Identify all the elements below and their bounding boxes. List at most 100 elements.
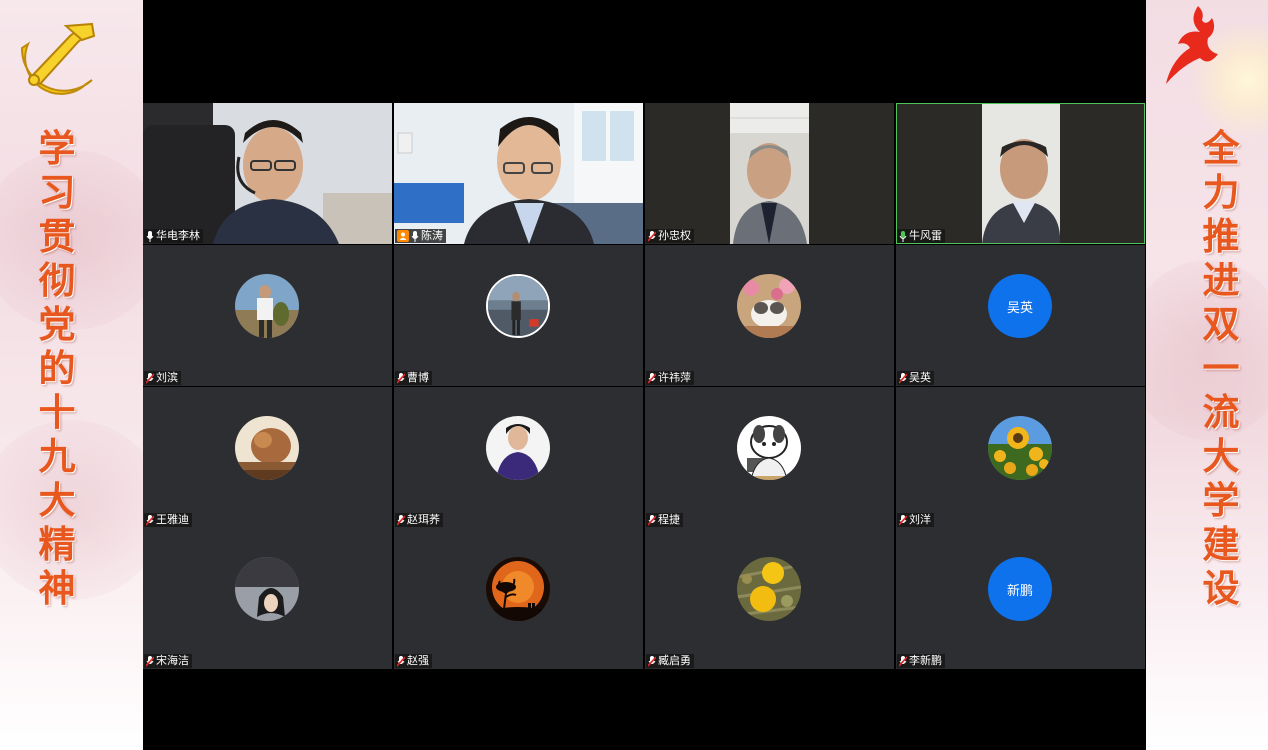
right-slogan: 全 力 推 进 双 一 流 大 学 建 设: [1198, 126, 1244, 610]
participant-video-feed: [645, 103, 894, 244]
participant-avatar-initials: 吴英: [988, 274, 1052, 338]
participant-name-tag: 刘滨: [144, 371, 181, 385]
participant-avatar: [486, 416, 550, 480]
participant-name: 刘洋: [909, 513, 931, 526]
mic-muted-icon: [899, 372, 907, 384]
mic-muted-icon: [397, 514, 405, 526]
participant-name: 孙忠权: [658, 229, 691, 242]
participant-tile[interactable]: 吴英 吴英: [896, 245, 1145, 386]
slogan-char: 进: [1202, 258, 1240, 302]
slogan-char: 推: [1202, 214, 1240, 258]
participant-video-tile-active-speaker[interactable]: 牛风雷: [896, 103, 1145, 244]
participant-name-tag: 曹博: [395, 371, 432, 385]
participant-tile[interactable]: 程捷: [645, 387, 894, 528]
slogan-char: 一: [1202, 346, 1240, 390]
participant-name-tag: 臧启勇: [646, 654, 694, 668]
mic-muted-icon: [397, 372, 405, 384]
slogan-char: 彻: [38, 258, 76, 302]
participant-tile[interactable]: 臧启勇: [645, 528, 894, 669]
participant-name-tag: 陈涛: [395, 229, 446, 243]
participant-avatar: [737, 557, 801, 621]
slogan-char: 建: [1202, 522, 1240, 566]
participant-video-tile[interactable]: 陈涛: [394, 103, 643, 244]
participant-name: 王雅迪: [156, 513, 189, 526]
slogan-char: 学: [1202, 478, 1240, 522]
mic-icon: [411, 230, 419, 242]
mic-muted-icon: [648, 655, 656, 667]
meeting-gallery: 华电李林 陈涛 孙忠权 牛风雷 刘滨 曹博 许祎萍 吴英 吴英 王雅迪 赵珥荞 …: [143, 0, 1146, 750]
participant-name: 臧启勇: [658, 654, 691, 667]
participant-name: 李新鹏: [909, 654, 942, 667]
participant-tile[interactable]: 王雅迪: [143, 387, 392, 528]
mic-muted-icon: [648, 230, 656, 242]
mic-muted-icon: [648, 514, 656, 526]
participant-tile[interactable]: 许祎萍: [645, 245, 894, 386]
slogan-char: 大: [38, 478, 76, 522]
participant-name: 赵强: [407, 654, 429, 667]
participant-video-feed: [394, 103, 643, 244]
participant-name-tag: 许祎萍: [646, 371, 694, 385]
participant-name-tag: 牛风雷: [897, 229, 945, 243]
participant-video-feed: [896, 103, 1145, 244]
participant-name-tag: 王雅迪: [144, 513, 192, 527]
participant-name: 陈涛: [421, 229, 443, 242]
mic-icon: [146, 230, 154, 242]
participant-name-tag: 宋海洁: [144, 654, 192, 668]
participant-name-tag: 华电李林: [144, 229, 203, 243]
left-banner: 学 习 贯 彻 党 的 十 九 大 精 神: [0, 0, 144, 750]
mic-muted-icon: [899, 655, 907, 667]
slogan-char: 力: [1202, 170, 1240, 214]
slogan-char: 大: [1202, 434, 1240, 478]
participant-tile[interactable]: 刘洋: [896, 387, 1145, 528]
slogan-char: 精: [38, 522, 76, 566]
slogan-char: 全: [1202, 126, 1240, 170]
participant-tile[interactable]: 新鹏 李新鹏: [896, 528, 1145, 669]
participant-name-tag: 吴英: [897, 371, 934, 385]
participant-avatar: [235, 274, 299, 338]
slogan-char: 的: [38, 346, 76, 390]
mic-muted-icon: [648, 372, 656, 384]
mic-muted-icon: [146, 372, 154, 384]
host-icon: [397, 230, 409, 242]
participant-name: 赵珥荞: [407, 513, 440, 526]
participant-avatar: [235, 416, 299, 480]
participant-tile[interactable]: 赵强: [394, 528, 643, 669]
mic-muted-icon: [146, 655, 154, 667]
participant-name-tag: 赵强: [395, 654, 432, 668]
participant-avatar-initials: 新鹏: [988, 557, 1052, 621]
participant-avatar: [737, 416, 801, 480]
participant-video-tile[interactable]: 孙忠权: [645, 103, 894, 244]
participant-avatar: [737, 274, 801, 338]
participant-video-tile[interactable]: 华电李林: [143, 103, 392, 244]
participant-name: 华电李林: [156, 229, 200, 242]
mic-muted-icon: [899, 514, 907, 526]
mic-muted-icon: [397, 655, 405, 667]
mic-speaking-icon: [899, 230, 907, 242]
slogan-char: 九: [38, 434, 76, 478]
left-slogan: 学 习 贯 彻 党 的 十 九 大 精 神: [34, 126, 80, 610]
participant-name: 吴英: [909, 371, 931, 384]
participant-avatar: [486, 274, 550, 338]
participant-name: 刘滨: [156, 371, 178, 384]
participant-tile[interactable]: 赵珥荞: [394, 387, 643, 528]
slogan-char: 党: [38, 302, 76, 346]
slogan-char: 学: [38, 126, 76, 170]
participant-tile[interactable]: 刘滨: [143, 245, 392, 386]
slogan-char: 流: [1202, 390, 1240, 434]
participant-tile[interactable]: 曹博: [394, 245, 643, 386]
participant-avatar: [235, 557, 299, 621]
participant-avatar: [988, 416, 1052, 480]
participant-video-feed: [143, 103, 392, 244]
slogan-char: 十: [38, 390, 76, 434]
participant-name-tag: 刘洋: [897, 513, 934, 527]
participant-name: 曹博: [407, 371, 429, 384]
participant-name: 许祎萍: [658, 371, 691, 384]
slogan-char: 设: [1202, 566, 1240, 610]
slogan-char: 神: [38, 566, 76, 610]
participant-name: 宋海洁: [156, 654, 189, 667]
participant-name: 程捷: [658, 513, 680, 526]
participant-tile[interactable]: 宋海洁: [143, 528, 392, 669]
hammer-sickle-icon: [8, 14, 104, 100]
red-eagle-icon: [1160, 4, 1222, 86]
slogan-char: 贯: [38, 214, 76, 258]
